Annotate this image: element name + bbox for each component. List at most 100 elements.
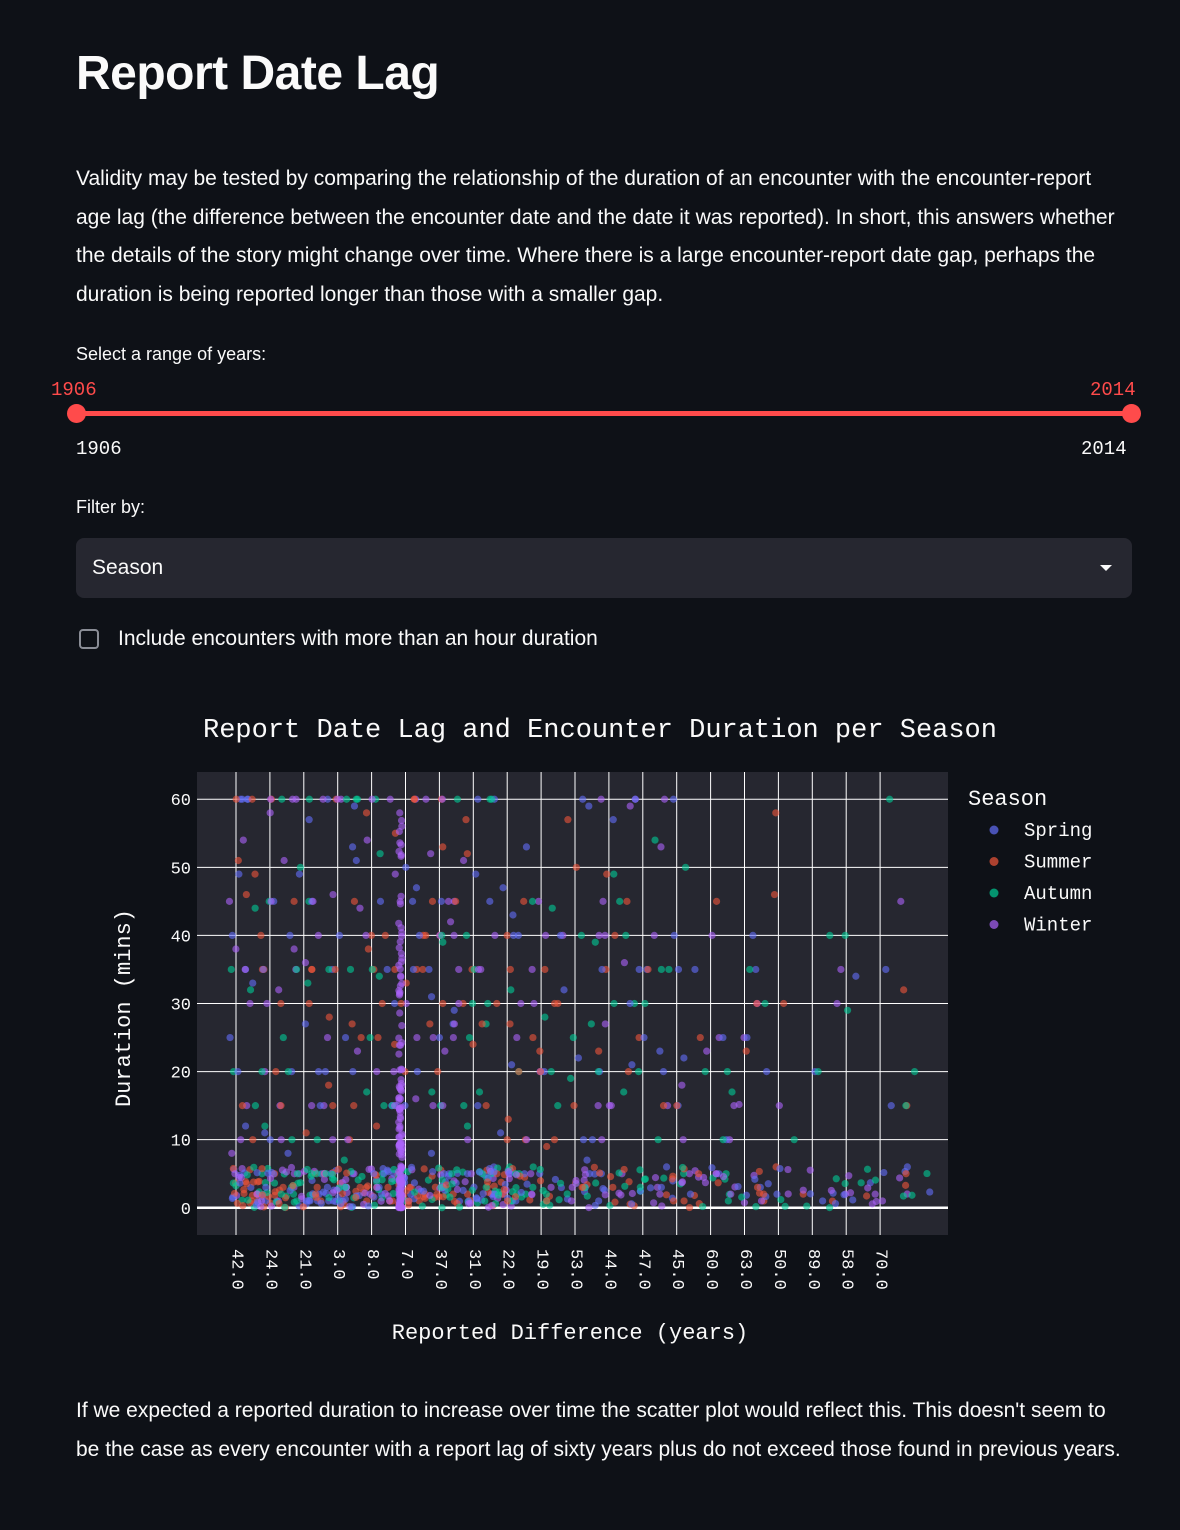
x-tick-label: 31.0 <box>464 1249 483 1290</box>
data-point-autumn <box>592 1179 600 1187</box>
data-point-spring <box>719 1033 727 1042</box>
data-point-spring <box>370 1170 378 1178</box>
data-point-autumn <box>577 931 586 940</box>
data-point-spring <box>437 897 446 905</box>
data-point-spring <box>383 965 391 974</box>
x-tick-label: 58.0 <box>837 1249 856 1290</box>
data-point-winter <box>446 918 455 926</box>
data-point-winter <box>429 1102 437 1110</box>
data-point-autumn <box>304 979 312 987</box>
data-point-summer <box>780 999 788 1008</box>
x-tick-label: 47.0 <box>633 1249 652 1290</box>
data-point-autumn <box>723 1067 731 1076</box>
data-point-winter <box>397 852 405 860</box>
slider-thumb-low[interactable] <box>67 404 86 423</box>
data-point-winter <box>266 809 274 817</box>
data-point-autumn <box>654 1136 662 1144</box>
data-point-summer <box>462 816 470 824</box>
data-point-winter <box>377 1197 385 1205</box>
data-point-autumn <box>790 1136 798 1144</box>
data-point-autumn <box>446 1193 454 1201</box>
data-point-winter <box>628 1189 636 1198</box>
data-point-summer <box>537 1067 545 1076</box>
data-point-spring <box>849 1196 857 1204</box>
data-point-summer <box>503 931 511 940</box>
data-point-autumn <box>288 1136 296 1144</box>
data-point-winter <box>626 802 634 810</box>
data-point-spring <box>317 1199 325 1207</box>
data-point-autumn <box>826 931 834 940</box>
data-point-autumn <box>278 795 286 803</box>
data-point-winter <box>396 900 405 908</box>
data-point-spring <box>348 1203 357 1211</box>
data-point-spring <box>499 884 507 892</box>
data-point-autumn <box>541 1013 549 1021</box>
data-point-autumn <box>428 1088 436 1096</box>
data-point-winter <box>422 795 430 803</box>
data-point-spring <box>302 1197 311 1205</box>
data-point-winter <box>361 1189 369 1197</box>
data-point-summer <box>348 1020 356 1028</box>
slider-track[interactable] <box>76 411 1132 416</box>
data-point-winter <box>267 795 275 803</box>
data-point-summer <box>611 1198 619 1206</box>
data-point-summer <box>595 1047 603 1055</box>
x-tick-label: 63.0 <box>735 1249 754 1290</box>
data-point-autumn <box>435 1164 443 1172</box>
data-point-spring <box>662 1163 671 1171</box>
data-point-winter <box>871 1190 879 1198</box>
data-point-autumn <box>340 1156 348 1164</box>
data-point-autumn <box>448 1180 456 1188</box>
data-point-spring <box>763 1067 771 1076</box>
data-point-winter <box>314 931 322 940</box>
data-point-spring <box>472 870 480 878</box>
data-point-summer <box>343 1169 351 1177</box>
data-point-spring <box>249 979 257 987</box>
data-point-autumn <box>814 1067 822 1076</box>
data-point-winter <box>278 1166 287 1174</box>
data-point-autumn <box>724 1197 732 1205</box>
x-tick-label: 37.0 <box>430 1249 449 1290</box>
data-point-summer <box>902 1181 910 1189</box>
data-point-winter <box>474 965 482 974</box>
data-point-winter <box>775 1102 783 1110</box>
data-point-summer <box>439 843 447 851</box>
data-point-winter <box>395 944 403 952</box>
data-point-winter <box>396 1178 404 1186</box>
data-point-autumn <box>651 836 659 844</box>
data-point-winter <box>363 836 371 844</box>
data-point-winter <box>395 1041 404 1049</box>
data-point-autumn <box>292 965 301 974</box>
chart-title: Report Date Lag and Encounter Duration p… <box>203 716 997 746</box>
data-point-winter <box>395 827 403 836</box>
data-point-winter <box>438 795 446 803</box>
data-point-summer <box>696 1033 704 1042</box>
data-point-spring <box>463 1170 472 1178</box>
data-point-summer <box>364 945 372 953</box>
data-point-winter <box>397 932 406 941</box>
data-point-spring <box>486 897 494 905</box>
data-point-spring <box>226 1033 234 1042</box>
legend-entry: Spring <box>1024 820 1092 842</box>
data-point-summer <box>372 1122 381 1130</box>
legend-entry: Summer <box>1024 852 1092 874</box>
data-point-winter <box>292 795 300 803</box>
data-point-spring <box>435 1033 444 1042</box>
data-point-autumn <box>616 897 624 905</box>
data-point-autumn <box>826 1204 834 1212</box>
data-point-winter <box>719 1173 728 1181</box>
data-point-winter <box>398 1193 406 1201</box>
data-point-winter <box>413 1033 421 1042</box>
slider-thumb-high[interactable] <box>1122 404 1141 423</box>
data-point-spring <box>852 972 860 980</box>
data-point-spring <box>370 1193 378 1201</box>
data-point-winter <box>512 1171 520 1179</box>
data-point-winter <box>678 1178 686 1186</box>
data-point-spring <box>473 1195 481 1203</box>
data-point-summer <box>289 1182 297 1190</box>
data-point-summer <box>478 1020 486 1028</box>
data-point-winter <box>329 1136 337 1144</box>
duration-checkbox[interactable] <box>79 629 99 649</box>
data-point-autumn <box>832 1175 840 1183</box>
filter-select[interactable]: Season <box>76 538 1132 598</box>
